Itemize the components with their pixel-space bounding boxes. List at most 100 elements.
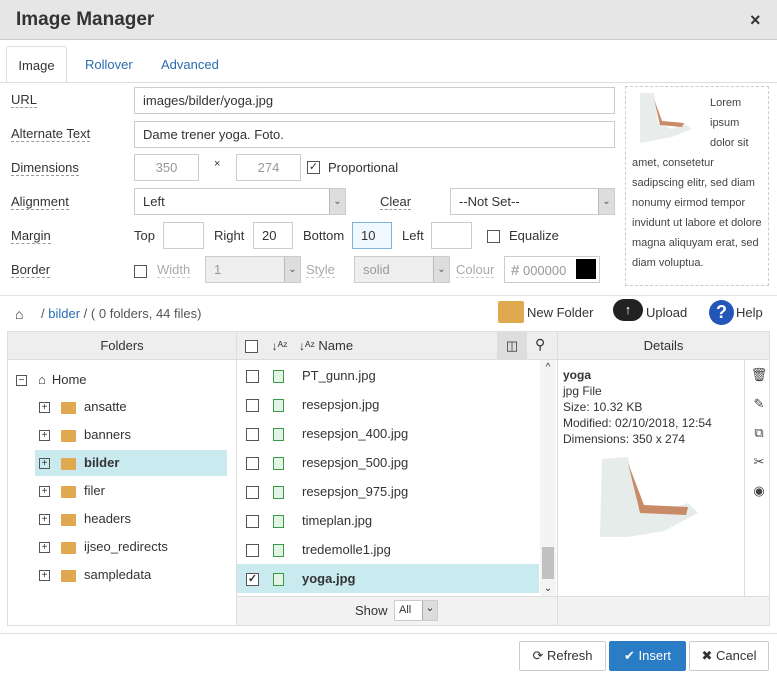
expand-icon[interactable]: + [39, 570, 50, 582]
folder-item[interactable]: + headers [35, 506, 227, 532]
margin-bottom-input[interactable]: 10 [352, 222, 392, 249]
search-icon[interactable]: ⚲ [535, 336, 545, 353]
file-checkbox[interactable] [246, 399, 259, 413]
copy-icon[interactable]: ⧉ [749, 425, 769, 441]
upload-button[interactable]: Upload [646, 305, 687, 320]
expand-icon[interactable]: + [39, 486, 50, 498]
sort-icon[interactable]: ↓ᴬᶻ [299, 339, 315, 353]
new-folder-icon[interactable] [498, 301, 524, 323]
file-row[interactable]: resepsjon_975.jpg [237, 477, 539, 506]
file-checkbox[interactable] [246, 515, 259, 529]
expand-icon[interactable]: + [39, 430, 50, 442]
image-preview: Lorem ipsum dolor sit amet, consetetur s… [625, 86, 769, 286]
file-row[interactable]: resepsjon_400.jpg [237, 419, 539, 448]
edit-icon[interactable]: ✎ [749, 396, 769, 412]
file-checkbox[interactable] [246, 370, 259, 384]
clear-select[interactable]: --Not Set-- ⌄ [450, 188, 615, 215]
file-row[interactable]: tredemolle1.jpg [237, 535, 539, 564]
scroll-down-icon[interactable]: ⌄ [540, 583, 556, 594]
url-input[interactable]: images/bilder/yoga.jpg [134, 87, 615, 114]
margin-top-input[interactable] [163, 222, 204, 249]
cancel-button[interactable]: ✖ Cancel [689, 641, 769, 671]
equalize-checkbox[interactable] [487, 230, 500, 243]
detail-type: jpg File [563, 384, 602, 398]
home-icon: ⌂ [38, 372, 46, 387]
file-checkbox[interactable] [246, 544, 259, 558]
proportional-checkbox[interactable]: ✓ [307, 161, 320, 174]
tab-image[interactable]: Image [6, 46, 67, 83]
breadcrumb-folder[interactable]: bilder [48, 306, 80, 321]
divider [0, 633, 777, 634]
file-row[interactable]: resepsjon.jpg [237, 390, 539, 419]
help-icon[interactable]: ? [709, 300, 734, 325]
folder-tree-home[interactable]: − ⌂ Home [16, 372, 87, 388]
width-input[interactable]: 350 [134, 154, 199, 181]
tab-rollover[interactable]: Rollover [85, 46, 133, 83]
cancel-label: Cancel [716, 648, 757, 663]
breadcrumb-separator: / [83, 306, 88, 321]
file-checkbox[interactable] [246, 486, 259, 500]
check-icon: ✔ [623, 648, 635, 663]
folders-header: Folders [8, 332, 236, 360]
folder-item[interactable]: + sampledata [35, 562, 227, 588]
border-checkbox[interactable] [134, 265, 147, 278]
folder-item[interactable]: + ijseo_redirects [35, 534, 227, 560]
folder-item[interactable]: + filer [35, 478, 227, 504]
insert-button[interactable]: ✔ Insert [609, 641, 686, 671]
margin-left-input[interactable] [431, 222, 472, 249]
detail-modified: Modified: 02/10/2018, 12:54 [563, 416, 712, 430]
margin-right-input[interactable]: 20 [253, 222, 293, 249]
file-name: resepsjon_500.jpg [302, 455, 409, 470]
scrollbar[interactable]: ^ ⌄ [540, 360, 556, 596]
border-width-select[interactable]: 1 ⌄ [205, 256, 301, 283]
margin-label: Margin [11, 228, 51, 244]
sort-icon[interactable]: ↓ᴬᶻ [272, 339, 288, 353]
cut-icon[interactable]: ✂ [749, 454, 769, 470]
home-icon[interactable]: ⌂ [15, 306, 23, 322]
collapse-icon[interactable]: − [16, 375, 27, 387]
alt-text-label: Alternate Text [11, 126, 91, 142]
folder-icon [61, 401, 76, 414]
select-all-checkbox[interactable] [245, 340, 258, 354]
folder-item[interactable]: + ansatte [35, 394, 227, 420]
alignment-select[interactable]: Left ⌄ [134, 188, 346, 215]
alt-text-input[interactable]: Dame trener yoga. Foto. [134, 121, 615, 148]
margin-top-label: Top [134, 228, 155, 243]
name-column-header[interactable]: Name [318, 338, 353, 353]
file-row[interactable]: ✓ yoga.jpg [237, 564, 539, 593]
image-file-icon [273, 544, 284, 558]
file-details: yoga jpg File Size: 10.32 KB Modified: 0… [563, 367, 712, 447]
tab-advanced[interactable]: Advanced [161, 46, 219, 83]
chevron-down-icon: ⌄ [598, 189, 614, 214]
scrollbar-thumb[interactable] [542, 547, 554, 579]
view-icon[interactable]: ◉ [749, 483, 769, 499]
folder-item[interactable]: + banners [35, 422, 227, 448]
colour-swatch[interactable] [576, 259, 596, 279]
file-checkbox[interactable] [246, 457, 259, 471]
delete-icon[interactable]: 🗑 [749, 367, 769, 383]
folder-item[interactable]: + bilder [35, 450, 227, 476]
show-select[interactable]: All ⌄ [394, 600, 438, 621]
detail-name: yoga [563, 368, 592, 382]
file-checkbox[interactable] [246, 428, 259, 442]
expand-icon[interactable]: + [39, 514, 50, 526]
file-row[interactable]: timeplan.jpg [237, 506, 539, 535]
expand-icon[interactable]: + [39, 402, 50, 414]
height-input[interactable]: 274 [236, 154, 301, 181]
border-style-select[interactable]: solid ⌄ [354, 256, 450, 283]
new-folder-button[interactable]: New Folder [527, 305, 593, 320]
file-name: resepsjon_975.jpg [302, 484, 409, 499]
expand-icon[interactable]: + [39, 458, 50, 470]
upload-icon[interactable]: ↑ [613, 299, 643, 321]
help-button[interactable]: Help [736, 305, 763, 320]
image-file-icon [273, 399, 284, 413]
scroll-up-icon[interactable]: ^ [540, 362, 556, 373]
refresh-button[interactable]: ⟳ Refresh [519, 641, 606, 671]
expand-icon[interactable]: + [39, 542, 50, 554]
close-icon[interactable]: × [750, 10, 761, 31]
dimensions-label: Dimensions [11, 160, 79, 176]
file-row[interactable]: resepsjon_500.jpg [237, 448, 539, 477]
file-row[interactable]: PT_gunn.jpg [237, 361, 539, 390]
columns-icon[interactable]: ◫ [497, 332, 527, 359]
file-checkbox[interactable]: ✓ [246, 573, 259, 587]
